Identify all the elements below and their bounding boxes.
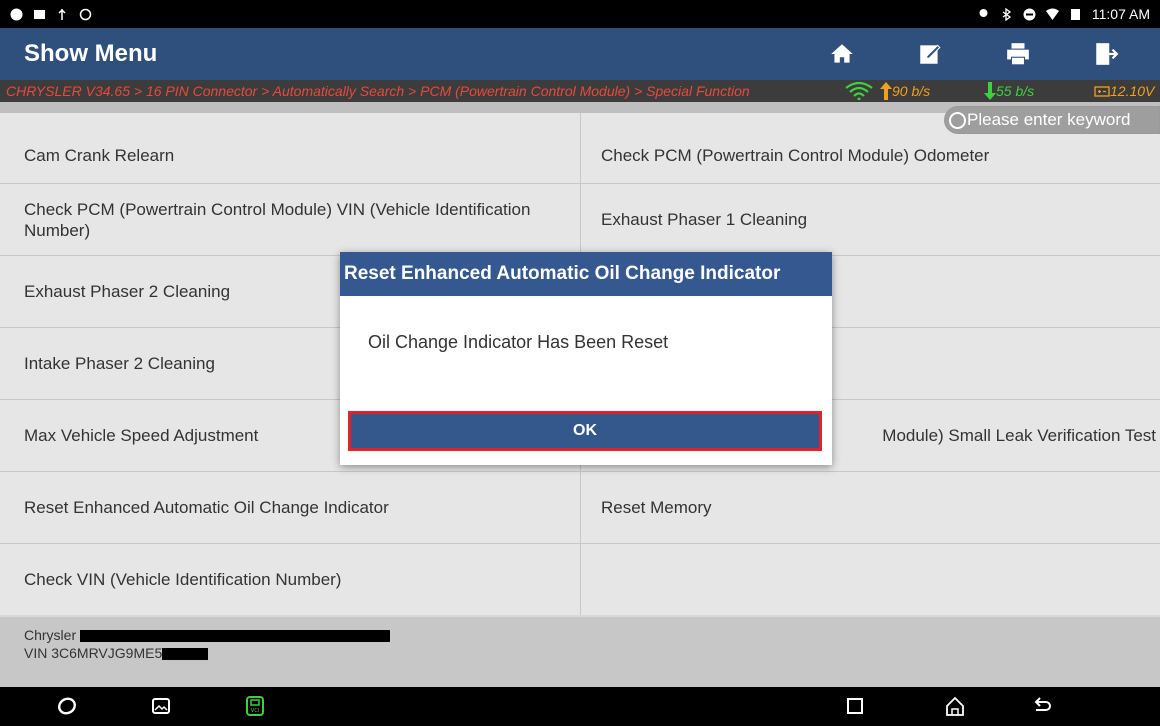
redaction-bar (162, 648, 209, 661)
settings-icon (79, 8, 92, 21)
download-rate: 55 b/s (984, 80, 1034, 102)
edit-icon (920, 44, 941, 64)
menu-item[interactable]: Check PCM (Powertrain Control Module) VI… (0, 184, 580, 255)
edit-button[interactable] (896, 32, 964, 76)
confirmation-dialog: Reset Enhanced Automatic Oil Change Indi… (340, 252, 832, 465)
download-arrow-icon (984, 82, 996, 100)
vehicle-vin: VIN 3C6MRVJG9ME5 (24, 645, 163, 661)
menu-item[interactable]: Cam Crank Relearn (0, 113, 580, 183)
exit-button[interactable] (1072, 32, 1140, 76)
redaction-bar (80, 630, 391, 643)
dialog-message: Oil Change Indicator Has Been Reset (368, 332, 669, 352)
search-box[interactable] (944, 106, 1160, 134)
breadcrumb-path: CHRYSLER V34.65 > 16 PIN Connector > Aut… (6, 83, 750, 99)
ok-button[interactable]: OK (348, 411, 822, 451)
vehicle-make: Chrysler (24, 627, 77, 643)
menu-item[interactable]: Reset Enhanced Automatic Oil Change Indi… (0, 472, 580, 543)
gallery-icon[interactable] (150, 695, 172, 717)
home-nav-icon[interactable] (944, 695, 966, 717)
upload-arrow-icon (880, 82, 892, 100)
usb-icon (56, 8, 69, 21)
home-icon (831, 44, 853, 63)
svg-text:VCI: VCI (251, 708, 259, 714)
menu-row: Check VIN (Vehicle Identification Number… (0, 544, 1160, 615)
dialog-title: Reset Enhanced Automatic Oil Change Indi… (340, 252, 832, 296)
search-icon (949, 112, 966, 129)
location-icon (977, 8, 990, 21)
menu-row: Reset Enhanced Automatic Oil Change Indi… (0, 472, 1160, 544)
recent-apps-icon[interactable] (844, 695, 866, 717)
battery-voltage-icon (1094, 86, 1110, 97)
battery-icon (1069, 8, 1082, 21)
browser-icon[interactable] (56, 695, 78, 717)
home-button[interactable] (808, 32, 876, 76)
app-icon (10, 8, 23, 21)
system-nav-bar: VCI (0, 687, 1160, 726)
status-bar: 11:07 AM (0, 0, 1160, 28)
menu-item[interactable]: Check VIN (Vehicle Identification Number… (0, 544, 580, 615)
menu-item (580, 544, 1160, 615)
back-icon[interactable] (1030, 695, 1052, 717)
app-header: Show Menu (0, 28, 1160, 80)
dnd-icon (1023, 8, 1036, 21)
print-icon (1007, 43, 1029, 66)
vehicle-info: Chrysler VIN 3C6MRVJG9ME5 (0, 617, 1160, 687)
bluetooth-icon (1000, 7, 1013, 21)
menu-item[interactable]: Reset Memory (580, 472, 1160, 543)
wifi-status-icon (1045, 8, 1059, 21)
clock: 11:07 AM (1091, 6, 1150, 22)
page-title: Show Menu (24, 40, 158, 67)
wifi-icon (844, 80, 874, 102)
exit-icon (1096, 43, 1119, 65)
vci-icon[interactable]: VCI (244, 695, 266, 717)
image-icon (33, 8, 46, 21)
menu-item[interactable]: Exhaust Phaser 1 Cleaning (580, 184, 1160, 255)
print-button[interactable] (984, 32, 1052, 76)
menu-row: Check PCM (Powertrain Control Module) VI… (0, 184, 1160, 256)
search-input[interactable] (967, 110, 1157, 130)
voltage-readout: 12.10V (1094, 80, 1154, 102)
upload-rate: 90 b/s (880, 80, 930, 102)
